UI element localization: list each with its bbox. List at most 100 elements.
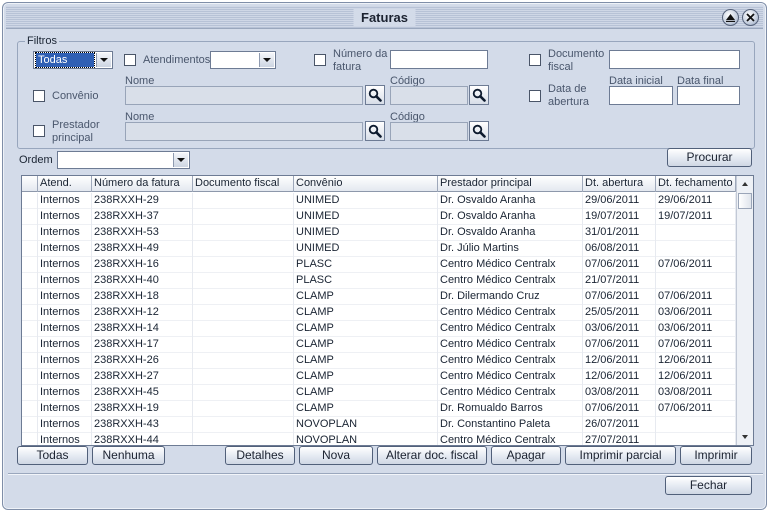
cell-atend: Internos — [38, 353, 92, 369]
row-selector[interactable] — [22, 321, 38, 337]
ordem-select-value — [60, 153, 171, 167]
cell-convenio: CLAMP — [294, 401, 438, 417]
imprimir-parcial-button[interactable]: Imprimir parcial — [565, 446, 676, 465]
column-header-prestador[interactable]: Prestador principal — [438, 176, 583, 192]
prestador-nome-lookup-button[interactable] — [365, 121, 385, 141]
apagar-button[interactable]: Apagar — [491, 446, 561, 465]
table-row[interactable]: Internos 238RXXH-45 CLAMP Centro Médico Cen… — [22, 385, 736, 401]
column-header-documento-fiscal[interactable]: Documento fiscal — [193, 176, 294, 192]
table-row[interactable]: Internos 238RXXH-43 NOVOPLAN Dr. Constantin… — [22, 417, 736, 433]
table-row[interactable]: Internos 238RXXH-53 UNIMED Dr. Osvaldo Aran… — [22, 225, 736, 241]
scroll-up-icon[interactable] — [738, 177, 752, 191]
numero-fatura-checkbox[interactable] — [314, 54, 326, 66]
row-selector[interactable] — [22, 225, 38, 241]
cell-prestador: Dr. Osvaldo Aranha — [438, 209, 583, 225]
prestador-checkbox[interactable] — [33, 125, 45, 137]
row-selector[interactable] — [22, 385, 38, 401]
table-row[interactable]: Internos 238RXXH-16 PLASC Centro Médico Cen… — [22, 257, 736, 273]
row-selector[interactable] — [22, 209, 38, 225]
table-row[interactable]: Internos 238RXXH-18 CLAMP Dr. Dilermando Cr… — [22, 289, 736, 305]
detalhes-button[interactable]: Detalhes — [225, 446, 295, 465]
row-selector[interactable] — [22, 401, 38, 417]
data-final-input[interactable] — [677, 86, 740, 105]
row-selector[interactable] — [22, 417, 38, 433]
procurar-button[interactable]: Procurar — [667, 148, 752, 167]
data-inicial-input[interactable] — [609, 86, 673, 105]
documento-fiscal-input[interactable] — [609, 50, 740, 69]
data-abertura-checkbox[interactable] — [529, 90, 541, 102]
row-selector[interactable] — [22, 369, 38, 385]
cell-dt-abertura: 07/06/2011 — [583, 289, 656, 305]
atendimentos-checkbox[interactable] — [124, 54, 136, 66]
chevron-down-icon[interactable] — [173, 153, 188, 167]
title-bar[interactable]: Faturas — [6, 6, 763, 29]
chevron-down-icon[interactable] — [259, 53, 274, 67]
numero-fatura-label-line1: Número da — [333, 48, 388, 60]
close-window-button[interactable] — [742, 9, 759, 26]
row-selector[interactable] — [22, 241, 38, 257]
cell-dt-abertura: 03/08/2011 — [583, 385, 656, 401]
numero-fatura-label-line2: fatura — [333, 61, 362, 73]
table-row[interactable]: Internos 238RXXH-19 CLAMP Dr. Romualdo Barr… — [22, 401, 736, 417]
column-header-dt-abertura[interactable]: Dt. abertura — [583, 176, 656, 192]
table-row[interactable]: Internos 238RXXH-12 CLAMP Centro Médico Cen… — [22, 305, 736, 321]
column-header-dt-fechamento[interactable]: Dt. fechamento — [656, 176, 736, 192]
cell-atend: Internos — [38, 385, 92, 401]
cell-dt-fechamento: 07/06/2011 — [656, 337, 736, 353]
row-selector[interactable] — [22, 433, 38, 445]
cell-dt-abertura: 21/07/2011 — [583, 273, 656, 289]
ordem-select[interactable] — [57, 151, 190, 169]
row-selector[interactable] — [22, 305, 38, 321]
documento-fiscal-checkbox[interactable] — [529, 54, 541, 66]
row-selector[interactable] — [22, 273, 38, 289]
faturas-window: Faturas Filtros Todas Atendimentos Númer… — [2, 2, 767, 510]
prestador-nome-input[interactable] — [125, 122, 363, 141]
scrollbar-thumb[interactable] — [738, 193, 752, 209]
column-header-atend[interactable]: Atend. — [38, 176, 92, 192]
table-row[interactable]: Internos 238RXXH-49 UNIMED Dr. Júlio Martin… — [22, 241, 736, 257]
atendimentos-select[interactable] — [210, 51, 276, 69]
convenio-checkbox[interactable] — [33, 90, 45, 102]
convenio-nome-input[interactable] — [125, 86, 363, 105]
convenio-nome-lookup-button[interactable] — [365, 85, 385, 105]
table-row[interactable]: Internos 238RXXH-17 CLAMP Centro Médico Cen… — [22, 337, 736, 353]
cell-atend: Internos — [38, 225, 92, 241]
cell-atend: Internos — [38, 209, 92, 225]
table-row[interactable]: Internos 238RXXH-37 UNIMED Dr. Osvaldo Aran… — [22, 209, 736, 225]
documento-fiscal-label-line2: fiscal — [548, 61, 574, 73]
table-vertical-scrollbar[interactable] — [736, 176, 753, 445]
table-row[interactable]: Internos 238RXXH-26 CLAMP Centro Médico Cen… — [22, 353, 736, 369]
row-selector[interactable] — [22, 193, 38, 209]
select-all-button[interactable]: Todas — [17, 446, 88, 465]
prestador-codigo-input[interactable] — [390, 122, 468, 141]
table-row[interactable]: Internos 238RXXH-27 CLAMP Centro Médico Cen… — [22, 369, 736, 385]
convenio-codigo-input[interactable] — [390, 86, 468, 105]
row-selector[interactable] — [22, 257, 38, 273]
table-row[interactable]: Internos 238RXXH-44 NOVOPLAN Centro Médico … — [22, 433, 736, 445]
fechar-button[interactable]: Fechar — [665, 476, 752, 495]
column-header-numero-fatura[interactable]: Número da fatura — [92, 176, 193, 192]
cell-dt-fechamento: 29/06/2011 — [656, 193, 736, 209]
column-header-convenio[interactable]: Convênio — [294, 176, 438, 192]
numero-fatura-input[interactable] — [390, 50, 488, 69]
cell-documento-fiscal — [193, 273, 294, 289]
table-row[interactable]: Internos 238RXXH-14 CLAMP Centro Médico Cen… — [22, 321, 736, 337]
row-selector[interactable] — [22, 353, 38, 369]
table-row[interactable]: Internos 238RXXH-40 PLASC Centro Médico Cen… — [22, 273, 736, 289]
alterar-doc-fiscal-button[interactable]: Alterar doc. fiscal — [377, 446, 487, 465]
invoice-type-select[interactable]: Todas — [33, 51, 113, 69]
nova-button[interactable]: Nova — [299, 446, 373, 465]
chevron-down-icon[interactable] — [96, 53, 111, 67]
cell-convenio: CLAMP — [294, 353, 438, 369]
cell-prestador: Centro Médico Centralx — [438, 433, 583, 445]
prestador-codigo-lookup-button[interactable] — [469, 121, 489, 141]
scroll-down-icon[interactable] — [738, 430, 752, 444]
row-selector[interactable] — [22, 337, 38, 353]
select-none-button[interactable]: Nenhuma — [92, 446, 165, 465]
table-row[interactable]: Internos 238RXXH-29 UNIMED Dr. Osvaldo Aran… — [22, 193, 736, 209]
row-selector[interactable] — [22, 289, 38, 305]
imprimir-button[interactable]: Imprimir — [680, 446, 752, 465]
collapse-window-button[interactable] — [722, 9, 739, 26]
convenio-codigo-lookup-button[interactable] — [469, 85, 489, 105]
cell-convenio: PLASC — [294, 257, 438, 273]
